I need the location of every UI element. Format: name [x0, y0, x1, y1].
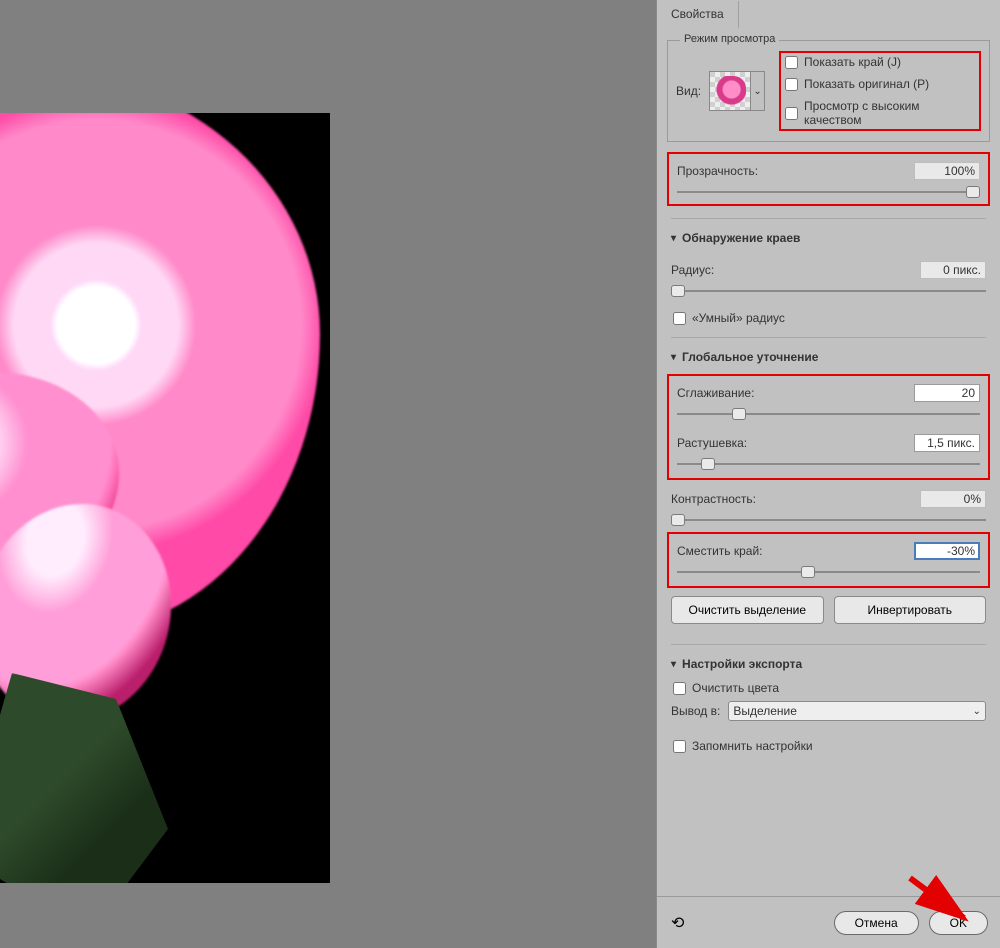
shift-label: Сместить край: — [677, 544, 763, 558]
view-mode-group: Режим просмотра Вид: ⌄ Показать край (J)… — [667, 40, 990, 142]
highlight-shift-edge: Сместить край: -30% — [667, 532, 990, 588]
transparency-label: Прозрачность: — [677, 164, 758, 178]
shift-slider[interactable] — [677, 566, 980, 578]
contrast-value[interactable]: 0% — [920, 490, 986, 508]
check-show-edge-box[interactable] — [785, 56, 798, 69]
canvas-area — [0, 0, 656, 948]
transparency-knob[interactable] — [966, 186, 980, 198]
global-refine-header[interactable]: ▾ Глобальное уточнение — [671, 344, 986, 370]
rose-stem — [0, 673, 220, 883]
edge-detect-header[interactable]: ▾ Обнаружение краев — [671, 225, 986, 251]
export-header[interactable]: ▾ Настройки экспорта — [671, 651, 986, 677]
contrast-label: Контрастность: — [671, 492, 756, 506]
chevron-down-icon: ▾ — [671, 233, 676, 244]
check-high-quality[interactable]: Просмотр с высоким качеством — [785, 99, 975, 127]
contrast-slider[interactable] — [671, 514, 986, 526]
smooth-knob[interactable] — [732, 408, 746, 420]
smooth-value[interactable]: 20 — [914, 384, 980, 402]
check-clear-colors[interactable]: Очистить цвета — [673, 681, 984, 695]
highlight-view-checks: Показать край (J) Показать оригинал (P) … — [779, 51, 981, 131]
export-title: Настройки экспорта — [682, 657, 802, 671]
check-remember-settings-label: Запомнить настройки — [692, 739, 813, 753]
feather-knob[interactable] — [701, 458, 715, 470]
panel-tabs: Свойства — [657, 0, 1000, 28]
radius-slider[interactable] — [671, 285, 986, 297]
smooth-label: Сглаживание: — [677, 386, 754, 400]
transparency-value[interactable]: 100% — [914, 162, 980, 180]
highlight-transparency: Прозрачность: 100% — [667, 152, 990, 206]
shift-value[interactable]: -30% — [914, 542, 980, 560]
document-canvas[interactable] — [0, 113, 330, 883]
global-refine-title: Глобальное уточнение — [682, 350, 818, 364]
tab-properties[interactable]: Свойства — [657, 1, 739, 29]
check-show-original-box[interactable] — [785, 78, 798, 91]
radius-knob[interactable] — [671, 285, 685, 297]
smooth-slider[interactable] — [677, 408, 980, 420]
contrast-knob[interactable] — [671, 514, 685, 526]
cancel-button[interactable]: Отмена — [834, 911, 919, 935]
feather-label: Растушевка: — [677, 436, 747, 450]
output-label: Вывод в: — [671, 704, 720, 718]
check-remember-settings-box[interactable] — [673, 740, 686, 753]
radius-value[interactable]: 0 пикс. — [920, 261, 986, 279]
chevron-down-icon: ⌄ — [973, 706, 981, 717]
view-label: Вид: — [676, 84, 701, 98]
view-thumbnail[interactable] — [709, 71, 751, 111]
chevron-down-icon: ▾ — [671, 659, 676, 670]
radius-label: Радиус: — [671, 263, 714, 277]
check-remember-settings[interactable]: Запомнить настройки — [673, 739, 984, 753]
view-mode-title: Режим просмотра — [680, 33, 779, 45]
feather-slider[interactable] — [677, 458, 980, 470]
check-clear-colors-box[interactable] — [673, 682, 686, 695]
clear-selection-button[interactable]: Очистить выделение — [671, 596, 824, 624]
edge-detect-title: Обнаружение краев — [682, 231, 800, 245]
highlight-smooth-feather: Сглаживание: 20 Растушевка: 1,5 пикс. — [667, 374, 990, 480]
rose-image — [0, 113, 320, 633]
output-value: Выделение — [733, 704, 797, 718]
check-high-quality-label: Просмотр с высоким качеством — [804, 99, 975, 127]
check-smart-radius[interactable]: «Умный» радиус — [673, 311, 984, 325]
check-show-edge-label: Показать край (J) — [804, 55, 901, 69]
check-smart-radius-box[interactable] — [673, 312, 686, 325]
invert-button[interactable]: Инвертировать — [834, 596, 987, 624]
properties-panel: Свойства Режим просмотра Вид: ⌄ Показать… — [656, 0, 1000, 948]
check-show-edge[interactable]: Показать край (J) — [785, 55, 975, 69]
check-show-original[interactable]: Показать оригинал (P) — [785, 77, 975, 91]
ok-button[interactable]: OK — [929, 911, 988, 935]
reset-icon[interactable]: ⟲ — [671, 913, 684, 933]
check-show-original-label: Показать оригинал (P) — [804, 77, 929, 91]
panel-body: Режим просмотра Вид: ⌄ Показать край (J)… — [657, 28, 1000, 896]
check-smart-radius-label: «Умный» радиус — [692, 311, 785, 325]
chevron-down-icon: ▾ — [671, 352, 676, 363]
feather-value[interactable]: 1,5 пикс. — [914, 434, 980, 452]
panel-footer: ⟲ Отмена OK — [657, 896, 1000, 948]
transparency-slider[interactable] — [677, 186, 980, 198]
shift-knob[interactable] — [801, 566, 815, 578]
output-select[interactable]: Выделение ⌄ — [728, 701, 986, 721]
view-dropdown[interactable]: ⌄ — [751, 71, 765, 111]
check-high-quality-box[interactable] — [785, 107, 798, 120]
check-clear-colors-label: Очистить цвета — [692, 681, 779, 695]
